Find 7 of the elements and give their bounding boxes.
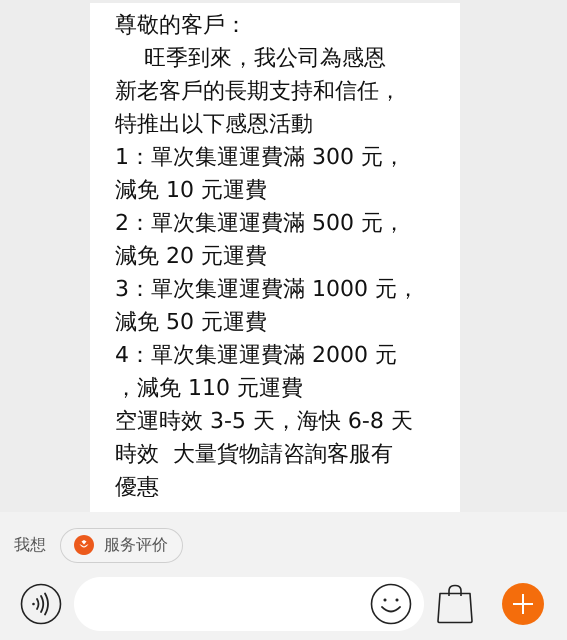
shopping-bag-icon[interactable] bbox=[436, 584, 474, 624]
smiley-icon[interactable] bbox=[370, 583, 412, 625]
add-icon[interactable] bbox=[502, 583, 544, 625]
message-text: 尊敬的客戶： 旺季到來，我公司為感恩 新老客戶的長期支持和信任， 特推出以下感恩活動 1：單次集運運費滿 300 元， 減免 10 元運費 2：單次集運運費滿 500 元， 減免 20 元運費 3：單次集運運費滿 1000 元， 減免 50 元運費 4：單次集運運費滿 2000 元 ，減免 110 元運費 空運時效 3-5 天，海快 6-8 天 時效 大量貨物請咨詢客服有 優惠 bbox=[115, 12, 420, 502]
quick-reply-label: 我想 bbox=[14, 534, 46, 556]
service-rating-chip[interactable]: 服务评价 bbox=[60, 528, 183, 562]
voice-icon[interactable] bbox=[20, 583, 62, 625]
